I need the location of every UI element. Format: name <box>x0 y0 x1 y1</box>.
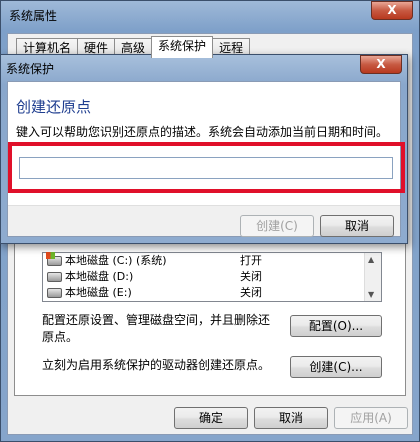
dialog-client-area: 创建还原点 键入可以帮助您识别还原点的描述。系统会自动添加当前日期和时间。 创建… <box>7 81 405 237</box>
window-title: 系统属性 <box>9 9 58 23</box>
drive-protection-status: 关闭 <box>240 286 262 299</box>
configure-description-line: 配置还原设置、管理磁盘空间，并且删除还 <box>42 313 271 327</box>
close-button[interactable]: X <box>371 1 413 20</box>
list-scrollbar[interactable]: ▲ ▼ <box>364 253 381 301</box>
drive-protection-status: 关闭 <box>240 270 262 283</box>
drive-protection-status: 打开 <box>240 254 262 267</box>
scroll-down-icon[interactable]: ▼ <box>368 290 374 299</box>
create-description: 立刻为启用系统保护的驱动器创建还原点。 <box>42 358 271 372</box>
list-item[interactable]: 本地磁盘 (D:) 关闭 <box>43 269 365 286</box>
create-restore-point-button[interactable]: 创建(C)... <box>290 356 382 378</box>
dialog-close-button[interactable]: X <box>360 55 402 74</box>
list-item[interactable]: 本地磁盘 (E:) 关闭 <box>43 285 365 302</box>
drive-list[interactable]: 本地磁盘 (C:) (系统) 打开 本地磁盘 (D:) 关闭 本地磁盘 (E:)… <box>42 252 382 302</box>
create-restore-point-dialog: 系统保护 X 创建还原点 键入可以帮助您识别还原点的描述。系统会自动添加当前日期… <box>0 54 408 244</box>
dialog-create-button[interactable]: 创建(C) <box>240 215 314 237</box>
dialog-instruction: 键入可以帮助您识别还原点的描述。系统会自动添加当前日期和时间。 <box>16 125 389 139</box>
scroll-up-icon[interactable]: ▲ <box>368 255 374 264</box>
dialog-cancel-button[interactable]: 取消 <box>320 215 394 237</box>
ok-button[interactable]: 确定 <box>174 407 248 429</box>
dialog-title: 系统保护 <box>6 62 55 76</box>
dialog-content-area: 创建还原点 键入可以帮助您识别还原点的描述。系统会自动添加当前日期和时间。 <box>8 82 405 206</box>
drive-name: 本地磁盘 (E:) <box>65 286 132 299</box>
drive-icon <box>47 272 62 282</box>
configure-description: 配置还原设置、管理磁盘空间，并且删除还 原点。 <box>42 312 270 346</box>
configure-button[interactable]: 配置(O)... <box>290 315 382 337</box>
configure-description-line: 原点。 <box>42 330 79 344</box>
tab-system-protection[interactable]: 系统保护 <box>151 36 214 58</box>
list-item[interactable]: 本地磁盘 (C:) (系统) 打开 <box>43 252 365 270</box>
system-drive-icon <box>46 252 62 266</box>
restore-point-description-input[interactable] <box>19 157 393 179</box>
drive-name: 本地磁盘 (D:) <box>65 270 134 283</box>
cancel-button[interactable]: 取消 <box>254 407 328 429</box>
drive-icon <box>47 288 62 298</box>
apply-button[interactable]: 应用(A) <box>334 407 408 429</box>
drive-name: 本地磁盘 (C:) (系统) <box>65 254 167 267</box>
dialog-heading: 创建还原点 <box>16 98 92 116</box>
